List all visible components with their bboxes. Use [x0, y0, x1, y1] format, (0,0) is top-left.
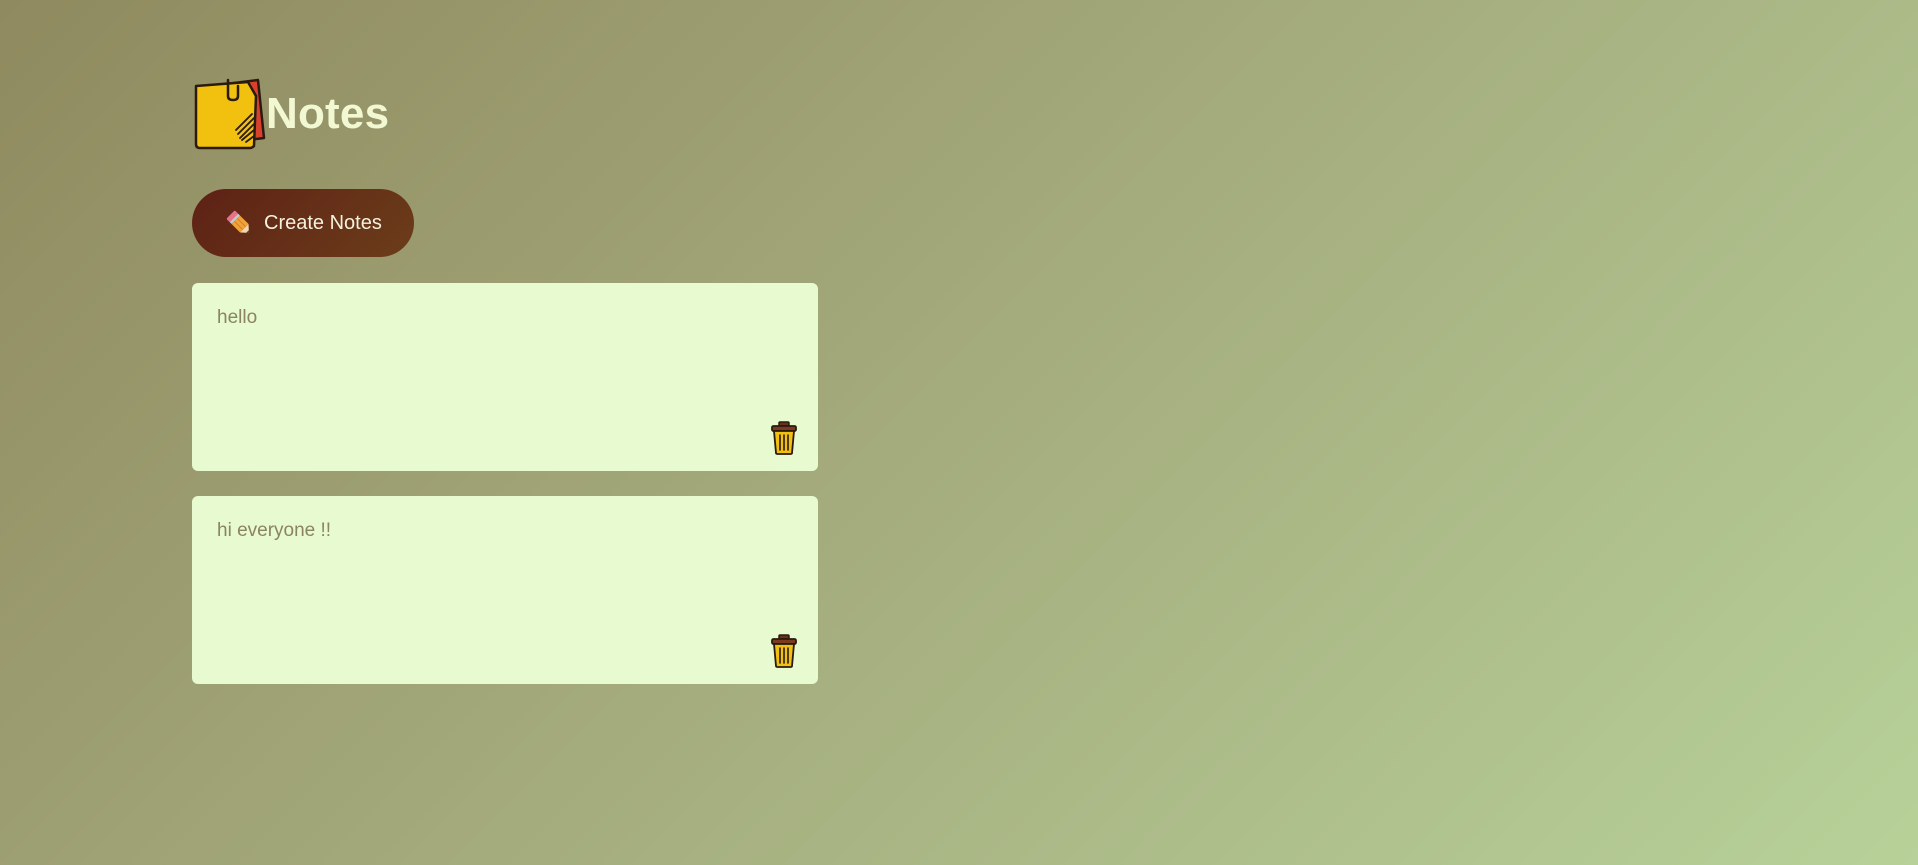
trash-icon[interactable]: [770, 634, 798, 668]
sticky-notes-icon: [194, 78, 266, 150]
note-card: hello: [192, 283, 818, 471]
app-header: Notes: [192, 78, 818, 150]
notes-list: hello hi everyone !!: [192, 283, 818, 684]
note-text-input[interactable]: hi everyone !!: [217, 520, 793, 543]
trash-icon[interactable]: [770, 421, 798, 455]
pencil-icon: [226, 210, 249, 233]
note-text-input[interactable]: hello: [217, 307, 793, 330]
note-card: hi everyone !!: [192, 496, 818, 684]
create-notes-label: Create Notes: [264, 211, 382, 234]
page-title: Notes: [266, 89, 390, 138]
notes-app: Notes Create Notes hello hi everyone !!: [192, 78, 818, 709]
create-notes-button[interactable]: Create Notes: [192, 189, 414, 257]
